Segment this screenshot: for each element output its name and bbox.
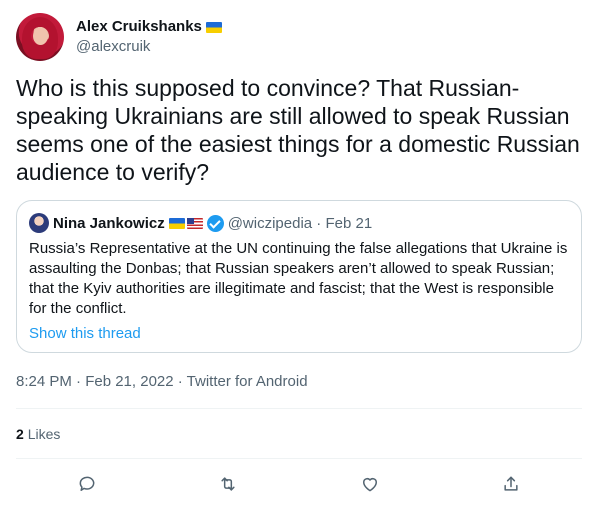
quoted-tweet-text: Russia’s Representative at the UN contin… [29, 240, 568, 317]
verified-badge-icon [206, 214, 224, 232]
author-display-name[interactable]: Alex Cruikshanks [76, 17, 202, 37]
quoted-tweet-header: Nina Jankowicz @wiczipedia · Feb 21 [29, 213, 569, 233]
show-thread-link[interactable]: Show this thread [29, 324, 141, 344]
reply-icon [79, 476, 95, 491]
ukraine-flag-icon [205, 21, 222, 33]
ukraine-flag-icon [168, 217, 185, 229]
quoted-handle-date: @wiczipedia · Feb 21 [227, 214, 373, 232]
tweet-text: Who is this supposed to convince? That R… [16, 75, 580, 185]
tweet-header: Alex Cruikshanks @alexcruik [16, 12, 222, 62]
author-names: Alex Cruikshanks @alexcruik [76, 17, 222, 57]
share-button[interactable] [492, 465, 530, 503]
author-display-name-row[interactable]: Alex Cruikshanks [76, 17, 222, 37]
divider-bottom [16, 458, 582, 459]
retweet-icon [221, 477, 235, 491]
reply-button[interactable] [68, 465, 106, 503]
author-avatar[interactable] [16, 13, 64, 61]
quoted-tweet[interactable]: Nina Jankowicz @wiczipedia · Feb 21 Russ… [16, 200, 582, 353]
like-button[interactable] [351, 465, 389, 503]
likes-stat[interactable]: 2 Likes [16, 424, 60, 444]
retweet-button[interactable] [209, 465, 247, 503]
quoted-author-avatar [29, 213, 49, 233]
share-icon [504, 476, 518, 491]
quoted-author-name: Nina Jankowicz [53, 214, 165, 232]
tweet-actions [16, 464, 582, 504]
tweet-timestamp[interactable]: 8:24 PM · Feb 21, 2022 · Twitter for And… [16, 372, 308, 392]
divider-top [16, 408, 582, 409]
avatar-face [33, 27, 48, 45]
likes-label: Likes [27, 426, 61, 442]
like-icon [362, 478, 377, 492]
author-handle[interactable]: @alexcruik [76, 37, 222, 57]
us-flag-icon [186, 217, 203, 229]
likes-count: 2 [16, 426, 24, 442]
